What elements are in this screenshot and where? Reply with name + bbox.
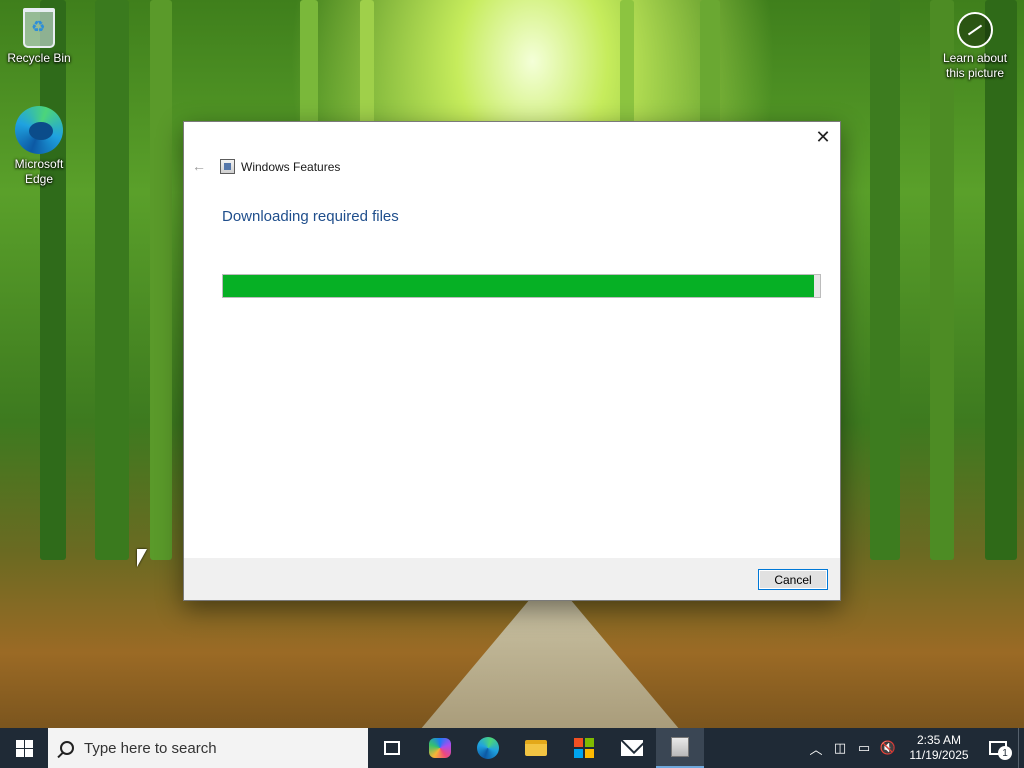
edge-icon	[477, 737, 499, 759]
dialog-title-bar: Windows Features	[220, 159, 340, 174]
desktop-icon-recycle-bin[interactable]: Recycle Bin	[1, 8, 77, 66]
task-view-icon	[384, 741, 400, 755]
network-icon[interactable]: ▭	[852, 728, 876, 768]
close-icon: ✕	[815, 126, 831, 147]
folder-icon	[525, 740, 547, 756]
dialog-footer: Cancel	[184, 558, 840, 600]
camera-info-icon	[957, 12, 993, 48]
windows-features-icon	[220, 159, 235, 174]
back-button[interactable]: ←	[192, 158, 210, 176]
progress-bar	[222, 274, 821, 298]
back-arrow-icon: ←	[192, 158, 206, 174]
mouse-cursor	[137, 549, 147, 567]
windows-features-icon	[671, 737, 689, 757]
clock-time: 2:35 AM	[916, 733, 962, 747]
notification-center-button[interactable]: 1	[978, 728, 1018, 768]
copilot-icon	[429, 738, 451, 758]
windows-features-taskbar-button[interactable]	[656, 728, 704, 768]
edge-taskbar-button[interactable]	[464, 728, 512, 768]
system-tray: ︿ ◫ ▭ 🔇 2:35 AM 11/19/2025 1	[804, 728, 1024, 768]
cancel-button[interactable]: Cancel	[758, 569, 828, 590]
desktop-icon-edge[interactable]: Microsoft Edge	[1, 106, 77, 187]
file-explorer-button[interactable]	[512, 728, 560, 768]
search-icon	[60, 741, 74, 755]
task-view-button[interactable]	[368, 728, 416, 768]
edge-icon	[15, 106, 63, 154]
search-placeholder: Type here to search	[84, 739, 217, 757]
learn-about-picture[interactable]: Learn about this picture	[936, 12, 1014, 81]
volume-muted-icon[interactable]: 🔇	[876, 728, 900, 768]
microsoft-store-button[interactable]	[560, 728, 608, 768]
notification-badge: 1	[998, 746, 1012, 760]
clock[interactable]: 2:35 AM 11/19/2025	[900, 733, 978, 763]
dialog-title: Windows Features	[241, 159, 341, 174]
mail-button[interactable]	[608, 728, 656, 768]
start-button[interactable]	[0, 728, 48, 768]
learn-about-picture-label: Learn about this picture	[942, 51, 1008, 80]
store-icon	[574, 738, 594, 758]
clock-date: 11/19/2025	[909, 748, 969, 762]
recycle-bin-icon	[23, 8, 55, 48]
progress-fill	[223, 275, 815, 297]
desktop-icon-label: Microsoft Edge	[14, 157, 64, 186]
status-heading: Downloading required files	[222, 208, 399, 225]
windows-logo-icon	[15, 739, 33, 757]
search-box[interactable]: Type here to search	[48, 728, 368, 768]
copilot-button[interactable]	[416, 728, 464, 768]
close-button[interactable]: ✕	[806, 122, 840, 152]
windows-features-dialog: ✕ ← Windows Features Downloading require…	[183, 121, 841, 601]
mail-icon	[621, 740, 643, 756]
meet-now-icon[interactable]: ◫	[828, 728, 852, 768]
desktop-icon-label: Recycle Bin	[7, 51, 71, 65]
show-desktop-button[interactable]	[1018, 728, 1024, 768]
chevron-up-icon[interactable]: ︿	[804, 728, 828, 768]
taskbar: Type here to search ︿ ◫ ▭ 🔇 2:35 AM 11/1…	[0, 728, 1024, 768]
